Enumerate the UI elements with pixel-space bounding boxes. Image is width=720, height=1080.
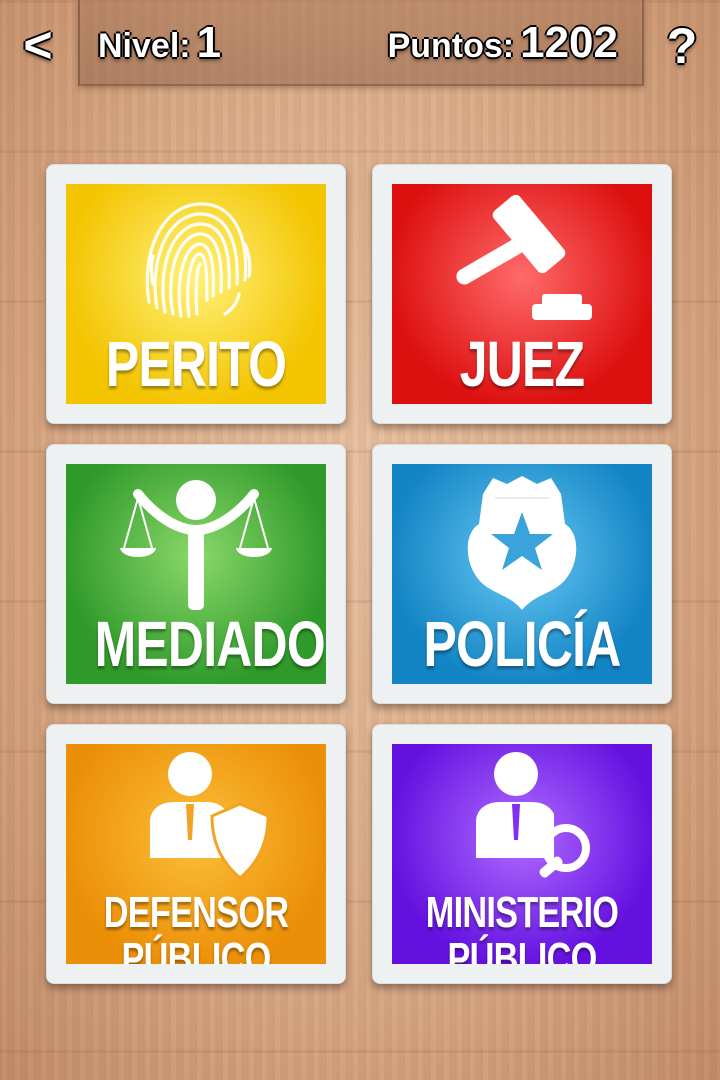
card-label: MINISTERIO PÚBLICO [421,888,624,965]
points-display: Puntos: 1202 [388,18,618,68]
status-panel: Nivel: 1 Puntos: 1202 [78,0,644,86]
card-face: MEDIADOR [66,464,326,684]
role-card-perito[interactable]: PERITO [46,164,346,424]
card-face: MINISTERIO PÚBLICO [392,744,652,964]
card-label-line: MEDIADOR [94,608,326,680]
fingerprint-icon [145,202,252,318]
card-label: MEDIADOR [95,612,326,676]
card-label-line: PÚBLICO [447,934,598,965]
points-value: 1202 [520,18,618,67]
level-value: 1 [196,18,222,67]
level-label: Nivel: [98,27,191,65]
card-label: PERITO [95,332,298,396]
card-face: DEFENSOR PÚBLICO [66,744,326,964]
card-label-line: POLICÍA [423,608,622,680]
police-badge-icon [467,476,577,610]
card-label: POLICÍA [421,612,624,676]
card-label-line: PERITO [105,328,287,400]
points-label: Puntos: [387,27,515,65]
top-bar: < Nivel: 1 Puntos: 1202 ? [0,0,720,86]
role-card-defensor-publico[interactable]: DEFENSOR PÚBLICO [46,724,346,984]
card-label-line: MINISTERIO [425,888,619,937]
gavel-icon [456,194,592,320]
scales-person-icon [120,480,272,610]
defender-shield-icon [150,752,270,880]
card-label-line: PÚBLICO [121,934,272,965]
card-face: POLICÍA [392,464,652,684]
card-label-line: JUEZ [459,328,585,400]
prosecutor-magnifier-icon [476,752,590,878]
role-card-juez[interactable]: JUEZ [372,164,672,424]
card-label-line: DEFENSOR [103,888,289,937]
card-face: PERITO [66,184,326,404]
help-button[interactable]: ? [660,16,704,76]
back-button[interactable]: < [14,18,62,72]
card-label: JUEZ [421,332,624,396]
role-card-policia[interactable]: POLICÍA [372,444,672,704]
role-card-mediador[interactable]: MEDIADOR [46,444,346,704]
role-card-ministerio-publico[interactable]: MINISTERIO PÚBLICO [372,724,672,984]
card-face: JUEZ [392,184,652,404]
card-label: DEFENSOR PÚBLICO [95,888,298,965]
level-display: Nivel: 1 [98,18,221,68]
